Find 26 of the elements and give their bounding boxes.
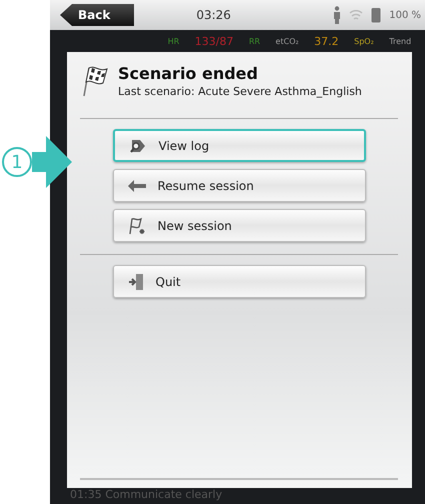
- log-entry: 01:35 Communicate clearly: [69, 488, 224, 503]
- right-arrow-icon: [32, 136, 72, 188]
- clock-time: 03:26: [195, 8, 232, 22]
- menu-button[interactable]: View log: [112, 129, 366, 162]
- vital-label: etCO₂: [276, 36, 299, 46]
- vital-value: 37.2: [314, 34, 339, 48]
- menu-button[interactable]: Quit: [112, 265, 366, 298]
- left-arrow-icon: [128, 180, 146, 192]
- menu-button[interactable]: Resume session: [112, 169, 366, 202]
- battery-percent: 100 %: [389, 10, 421, 20]
- battery-icon: [371, 7, 382, 23]
- flag-icon: [128, 216, 146, 234]
- vital-label: Trend: [389, 36, 412, 46]
- magnifier-icon: [128, 138, 146, 154]
- callout-number: 1: [2, 147, 32, 177]
- back-button[interactable]: Back: [60, 4, 134, 26]
- menu-button[interactable]: New session: [112, 209, 366, 242]
- vital-value: 133/87: [194, 34, 234, 48]
- vital-label: SpO₂: [354, 36, 374, 46]
- wifi-icon: [349, 9, 364, 21]
- vital-label: RR: [248, 36, 260, 46]
- door-exit-icon: [128, 272, 144, 290]
- person-icon: [333, 6, 342, 24]
- vital-label: HR: [168, 36, 180, 46]
- dialog-title: Scenario ended: [118, 64, 259, 83]
- dialog-subtitle: Last scenario: Acute Severe Asthma_English: [118, 85, 362, 98]
